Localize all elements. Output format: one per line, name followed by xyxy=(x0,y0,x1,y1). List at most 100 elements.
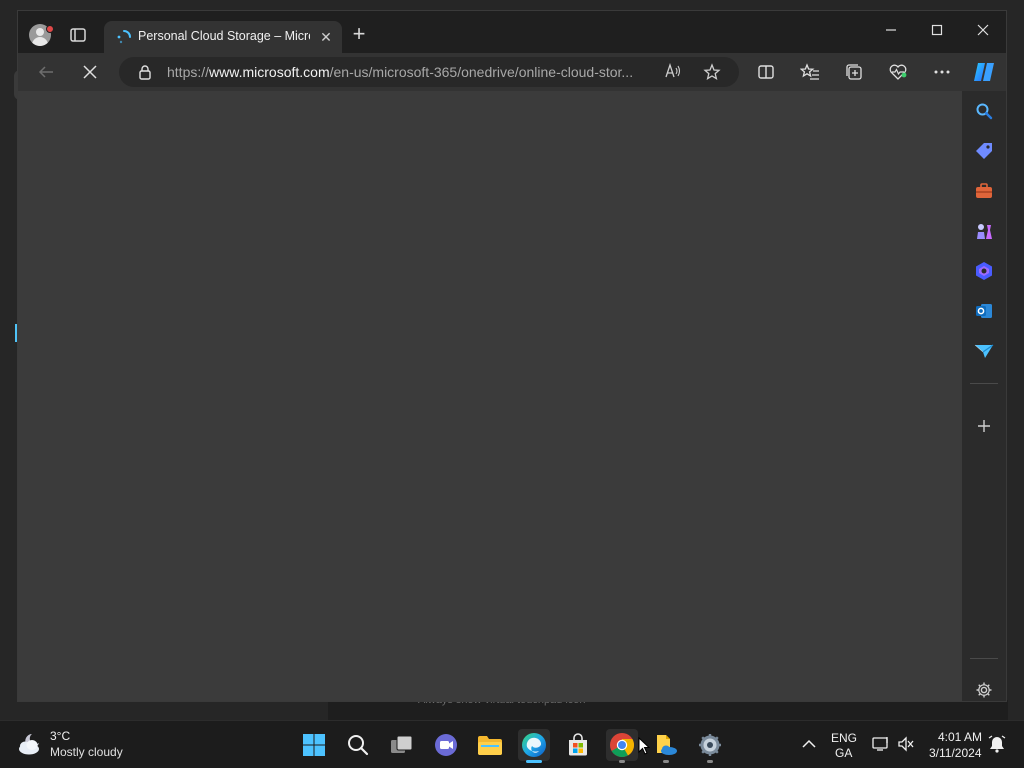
browser-window: Personal Cloud Storage – Microsoft 365 ✕… xyxy=(17,10,1007,702)
games-icon xyxy=(977,224,992,239)
teams-chat-button[interactable] xyxy=(430,729,462,761)
sidebar-divider xyxy=(970,383,998,384)
sidebar-divider-bottom xyxy=(970,658,998,659)
weather-temperature: 3°C xyxy=(50,729,71,743)
volume-button[interactable] xyxy=(897,736,915,752)
maximize-icon xyxy=(931,24,943,36)
settings-gear-icon xyxy=(699,734,721,756)
chrome-running-indicator xyxy=(619,760,625,763)
sidebar-add-button[interactable] xyxy=(974,416,994,436)
sidebar-games[interactable] xyxy=(974,221,994,241)
edge-sidebar xyxy=(962,91,1006,701)
network-status-button[interactable] xyxy=(872,736,890,752)
url-scheme: https:// xyxy=(167,64,210,80)
maximize-button[interactable] xyxy=(915,19,959,43)
url-host: www.microsoft.com xyxy=(209,64,330,80)
tab-close-icon[interactable]: ✕ xyxy=(318,29,334,45)
taskbar: 3°C Mostly cloudy ENG GA 4:01 AM 3/11/20… xyxy=(0,720,1024,768)
sidebar-shopping[interactable] xyxy=(974,141,994,161)
tab-actions-button[interactable] xyxy=(68,25,88,45)
stop-loading-button[interactable] xyxy=(78,61,102,83)
split-screen-icon xyxy=(758,65,774,79)
store-bag-icon xyxy=(569,733,587,756)
add-icon xyxy=(978,420,990,432)
mouse-cursor-icon xyxy=(638,737,650,755)
taskbar-search-button[interactable] xyxy=(342,729,374,761)
microsoft-store-button[interactable] xyxy=(562,729,594,761)
chrome-taskbar-button[interactable] xyxy=(606,729,638,761)
lock-icon xyxy=(139,65,151,80)
settings-icon xyxy=(976,682,992,698)
notifications-button[interactable] xyxy=(988,735,1006,753)
page-content-loading xyxy=(18,91,962,701)
minimize-icon xyxy=(886,29,896,31)
edge-browser-icon xyxy=(522,733,546,757)
close-icon xyxy=(977,24,989,36)
more-dots-icon xyxy=(934,70,950,74)
split-screen-button[interactable] xyxy=(754,61,778,83)
task-view-button[interactable] xyxy=(386,729,418,761)
close-window-button[interactable] xyxy=(961,19,1005,43)
sidebar-microsoft-365[interactable] xyxy=(974,261,994,281)
input-keyboard-layout[interactable]: GA xyxy=(835,746,852,760)
collections-icon xyxy=(846,64,862,80)
network-icon xyxy=(872,737,888,751)
heart-pulse-icon xyxy=(889,64,907,80)
clock-date[interactable]: 3/11/2024 xyxy=(929,746,982,760)
input-language[interactable]: ENG xyxy=(831,731,857,745)
settings-taskbar-button[interactable] xyxy=(694,729,726,761)
favorite-star-icon[interactable] xyxy=(703,63,721,81)
sidebar-outlook[interactable] xyxy=(974,301,994,321)
tab-title: Personal Cloud Storage – Microsoft 365 xyxy=(138,29,310,43)
arrow-left-icon xyxy=(38,66,53,78)
settings-and-more-button[interactable] xyxy=(930,61,954,83)
show-hidden-icons-button[interactable] xyxy=(800,735,818,753)
collections-button[interactable] xyxy=(842,61,866,83)
sidebar-drop[interactable] xyxy=(974,341,994,361)
file-explorer-button[interactable] xyxy=(474,729,506,761)
loading-spinner-icon xyxy=(117,30,131,44)
tab-personal-cloud-storage[interactable]: Personal Cloud Storage – Microsoft 365 ✕ xyxy=(104,21,342,53)
minimize-button[interactable] xyxy=(869,19,913,43)
teams-chat-icon xyxy=(435,734,457,756)
volume-muted-icon xyxy=(898,736,914,752)
new-tab-button[interactable]: + xyxy=(349,23,369,45)
weather-widget[interactable] xyxy=(16,731,44,757)
chrome-icon xyxy=(610,733,635,758)
file-cloud-icon xyxy=(657,735,677,755)
sidebar-search[interactable] xyxy=(974,101,994,121)
edge-running-indicator xyxy=(526,760,542,763)
start-button[interactable] xyxy=(298,729,330,761)
folder-icon xyxy=(478,736,502,755)
drop-icon xyxy=(974,344,994,358)
outlook-icon xyxy=(976,304,992,318)
browser-essentials-button[interactable] xyxy=(886,61,910,83)
copilot-icon xyxy=(974,63,994,81)
sidebar-tools[interactable] xyxy=(974,181,994,201)
notification-bell-icon xyxy=(988,735,1006,753)
search-icon xyxy=(976,103,993,120)
read-aloud-icon[interactable] xyxy=(664,62,684,81)
tab-actions-icon xyxy=(70,28,86,42)
task-view-icon xyxy=(391,735,413,753)
address-bar[interactable]: https://www.microsoft.com/en-us/microsof… xyxy=(119,57,739,87)
windows-logo-icon xyxy=(303,734,325,756)
copilot-button[interactable] xyxy=(972,61,996,83)
url-path: /en-us/microsoft-365/onedrive/online-clo… xyxy=(329,64,634,80)
file-cloud-app-button[interactable] xyxy=(650,729,682,761)
weather-description: Mostly cloudy xyxy=(50,745,123,759)
browser-toolbar: https://www.microsoft.com/en-us/microsof… xyxy=(18,53,1006,91)
favorites-button[interactable] xyxy=(798,61,822,83)
url-text[interactable]: https://www.microsoft.com/en-us/microsof… xyxy=(167,64,659,82)
shopping-tag-icon xyxy=(976,143,992,159)
back-button[interactable] xyxy=(34,61,58,83)
chevron-up-icon xyxy=(802,739,816,748)
close-icon xyxy=(83,65,97,79)
search-icon xyxy=(348,735,369,756)
file-app-running-indicator xyxy=(663,760,669,763)
sidebar-settings-button[interactable] xyxy=(974,680,994,700)
clock-time[interactable]: 4:01 AM xyxy=(938,730,982,744)
edge-taskbar-button[interactable] xyxy=(518,729,550,761)
microsoft-365-icon xyxy=(976,262,992,280)
tab-strip: Personal Cloud Storage – Microsoft 365 ✕… xyxy=(18,11,1006,53)
